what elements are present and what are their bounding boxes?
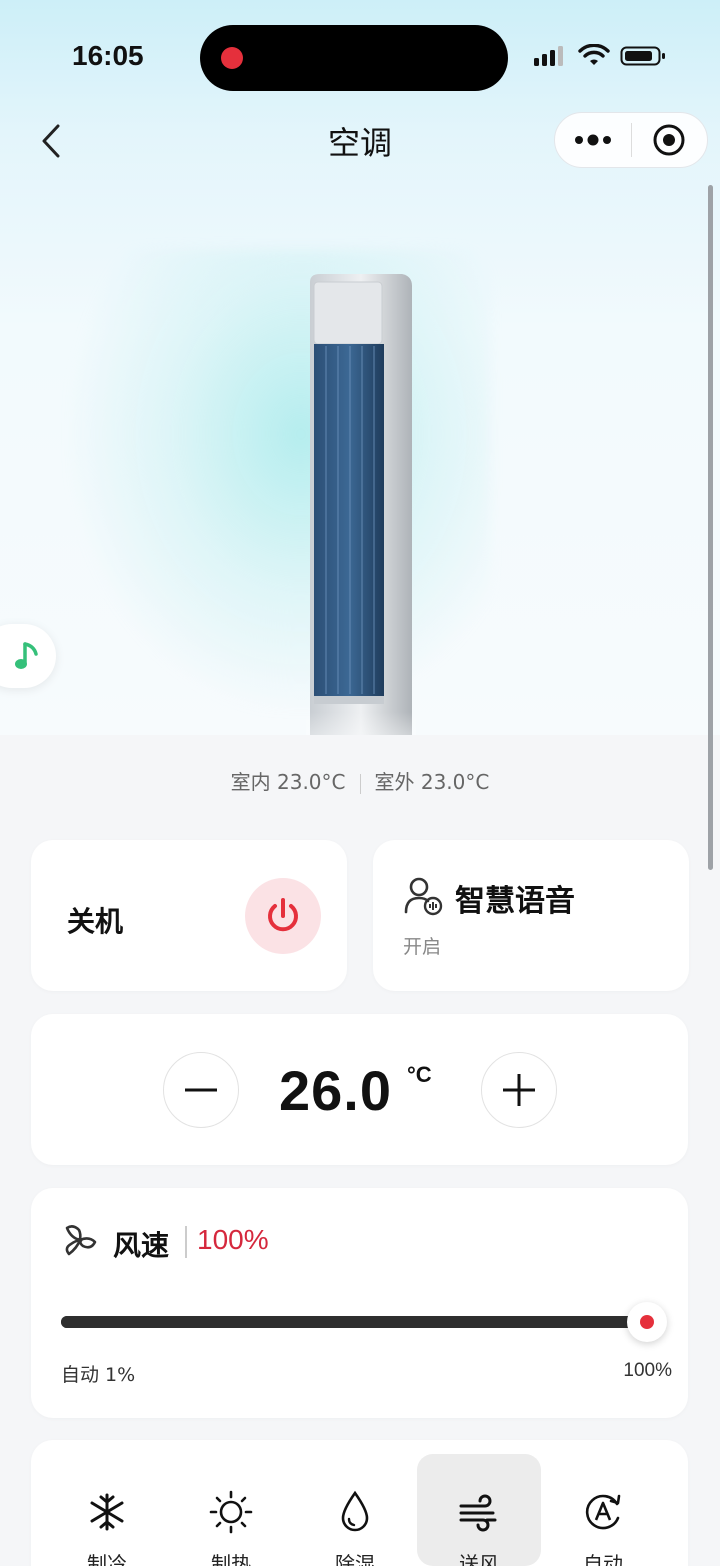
fan-speed-card: 风速 100% 自动 1% 100% <box>31 1188 688 1418</box>
droplet-icon <box>333 1490 377 1534</box>
recording-dot-icon <box>221 47 243 69</box>
minus-icon <box>185 1088 217 1092</box>
mode-dehumidify[interactable]: 除湿 <box>293 1454 417 1566</box>
temperature-card: 26.0 °C <box>31 1014 688 1165</box>
mode-label: 自动 <box>583 1552 623 1566</box>
power-button[interactable] <box>245 878 321 954</box>
increase-temperature-button[interactable] <box>481 1052 557 1128</box>
music-note-icon <box>15 642 38 669</box>
more-button[interactable] <box>555 113 631 167</box>
status-icons <box>532 44 666 68</box>
fan-speed-divider <box>185 1226 187 1258</box>
mode-label: 除湿 <box>335 1552 375 1566</box>
power-label: 关机 <box>67 905 124 938</box>
auto-icon <box>581 1490 625 1534</box>
fan-speed-slider-handle[interactable] <box>627 1302 667 1342</box>
target-temperature: 26.0 <box>279 1059 392 1122</box>
mode-card: 制冷 制热 除湿 送风 自动 <box>31 1440 688 1566</box>
fan-speed-slider[interactable] <box>61 1316 661 1328</box>
fan-speed-value: 100% <box>197 1224 269 1255</box>
device-hero <box>0 0 720 735</box>
more-dots-icon <box>574 134 611 146</box>
power-icon <box>268 898 298 932</box>
close-miniprogram-button[interactable] <box>632 113 708 167</box>
decrease-temperature-button[interactable] <box>163 1052 239 1128</box>
mode-label: 制冷 <box>87 1552 127 1566</box>
snowflake-icon <box>85 1490 129 1534</box>
slider-handle-dot <box>640 1315 654 1329</box>
battery-icon <box>620 46 665 66</box>
outdoor-temperature: 室外 23.0°C <box>374 770 490 794</box>
mode-label: 送风 <box>459 1552 499 1566</box>
temperature-readings: 室内 23.0°C 室外 23.0°C <box>0 766 720 795</box>
fan-speed-slider-fill <box>61 1316 661 1328</box>
mode-auto[interactable]: 自动 <box>541 1454 665 1566</box>
temperature-divider <box>359 773 361 794</box>
power-card[interactable]: 关机 <box>31 840 347 991</box>
miniprogram-capsule <box>554 112 708 168</box>
indoor-temperature: 室内 23.0°C <box>230 770 346 794</box>
sun-icon <box>209 1490 253 1534</box>
status-time: 16:05 <box>72 40 144 71</box>
cellular-signal-icon <box>534 46 563 66</box>
fan-speed-title: 风速 <box>113 1229 170 1262</box>
mode-fan[interactable]: 送风 <box>417 1454 541 1566</box>
airflow-glow <box>70 250 490 710</box>
air-conditioner-image <box>306 272 416 735</box>
voice-assistant-icon <box>404 877 443 916</box>
wifi-icon <box>578 44 610 65</box>
wind-icon <box>457 1490 501 1534</box>
dynamic-island <box>200 25 508 91</box>
mode-list: 制冷 制热 除湿 送风 自动 <box>45 1454 665 1566</box>
mode-label: 制热 <box>211 1552 251 1566</box>
smart-voice-title: 智慧语音 <box>455 884 575 919</box>
smart-voice-card[interactable]: 智慧语音 开启 <box>373 840 689 991</box>
mode-heat[interactable]: 制热 <box>169 1454 293 1566</box>
fan-speed-min-label: 自动 1% <box>61 1364 136 1386</box>
fan-icon <box>65 1225 97 1256</box>
temperature-unit: °C <box>407 1062 432 1087</box>
mode-cool[interactable]: 制冷 <box>45 1454 169 1566</box>
fan-speed-max-label: 100% <box>623 1360 672 1381</box>
target-circle-icon <box>653 124 685 156</box>
smart-voice-status: 开启 <box>403 936 442 958</box>
plus-icon <box>503 1074 535 1106</box>
